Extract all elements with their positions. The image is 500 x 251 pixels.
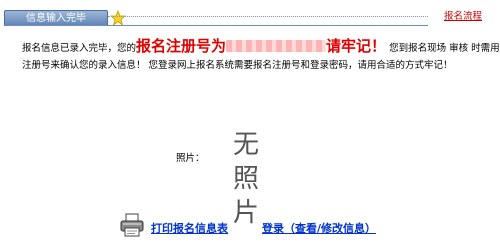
reg-number-masked [226, 40, 327, 52]
tab-info-complete[interactable]: 信息输入完毕 [4, 10, 108, 26]
login-link[interactable]: 登录（查看/修改信息） [262, 220, 376, 236]
message-line-2: 注册号来确认您的录入信息！ 您登录网上报名系统需要报名注册号和登录密码，请用合适… [22, 60, 453, 71]
confirmation-message: 报名信息已录入完毕，您的报名注册号为 请牢记！ 您到报名现场 审核 时需用此 注册… [22, 37, 500, 74]
message-line-1: 报名信息已录入完毕，您的报名注册号为 请牢记！ 您到报名现场 审核 时需用此 [22, 37, 500, 57]
print-button[interactable]: 打印报名信息表 [151, 220, 228, 236]
header-bar: 信息输入完毕 报名流程 [0, 0, 500, 26]
printer-icon[interactable] [119, 213, 145, 237]
photo-placeholder: 无 照 片 [226, 128, 266, 230]
process-link[interactable]: 报名流程 [444, 8, 482, 22]
divider [108, 16, 428, 18]
reg-number-label: 报名注册号为 [136, 37, 227, 55]
message-tail: 您到报名现场 审核 时需用此 [386, 43, 500, 54]
reg-number-suffix: 请牢记！ [326, 37, 387, 55]
tab-underline [4, 25, 428, 26]
message-prefix: 报名信息已录入完毕，您的 [22, 43, 137, 54]
placeholder-char: 照 [232, 164, 259, 194]
placeholder-char: 无 [232, 130, 259, 160]
placeholder-char: 片 [232, 198, 259, 228]
photo-label: 照片： [176, 153, 205, 164]
star-icon [110, 10, 126, 26]
